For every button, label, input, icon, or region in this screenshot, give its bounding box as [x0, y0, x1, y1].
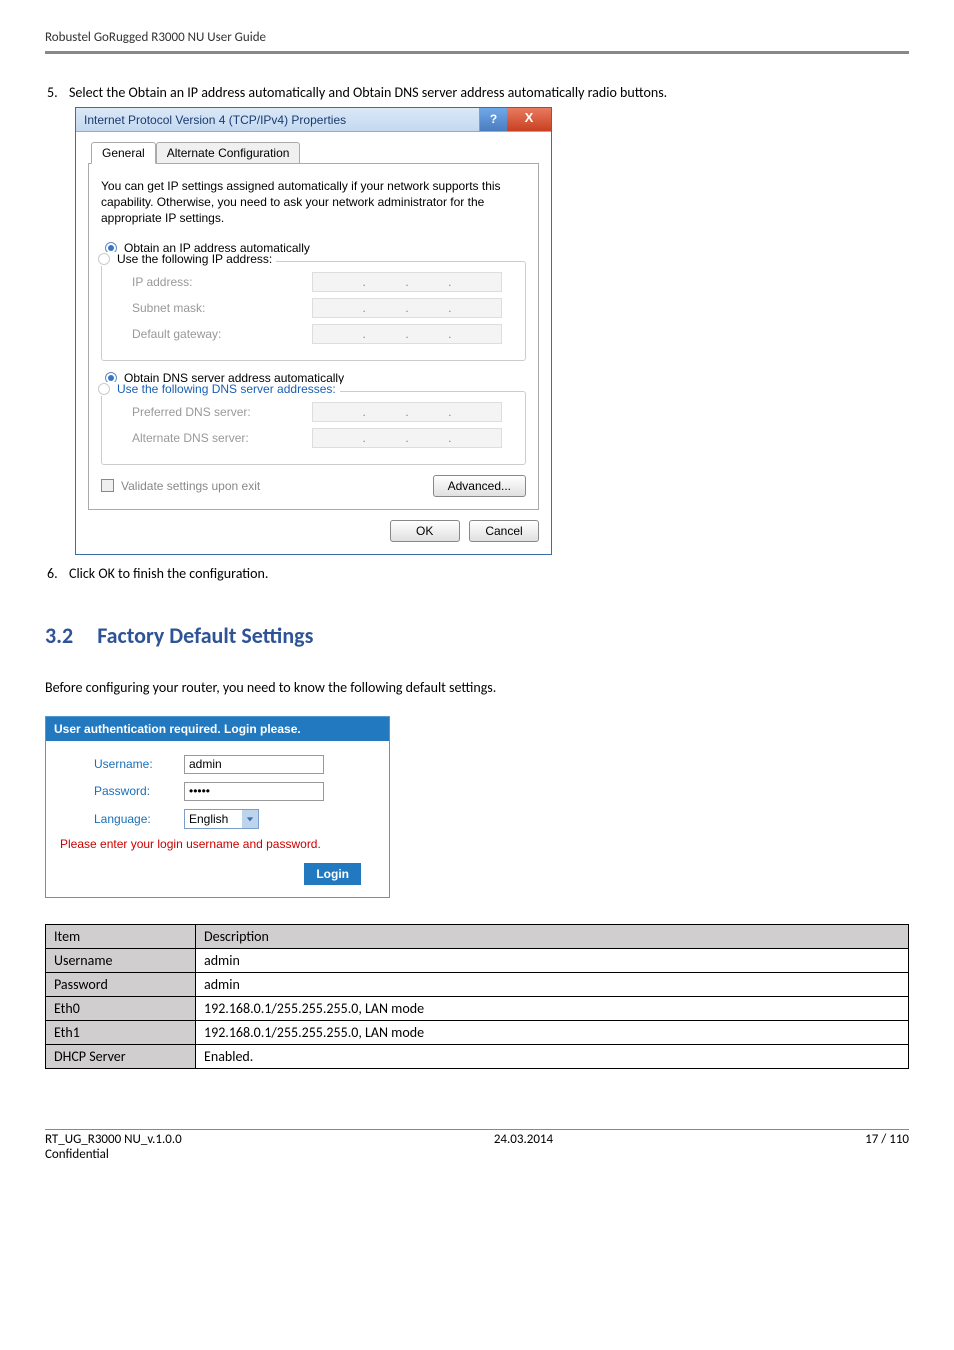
advanced-button[interactable]: Advanced...: [433, 475, 526, 497]
section-title: Factory Default Settings: [97, 622, 313, 649]
table-row: Password admin: [46, 972, 909, 996]
footer-row-2: Confidential: [45, 1147, 909, 1162]
dialog-footer: OK Cancel: [88, 510, 539, 542]
username-row: Username: admin: [94, 755, 375, 774]
language-value: English: [189, 812, 228, 826]
radio-use-ip-row[interactable]: Use the following IP address:: [94, 252, 276, 266]
window-buttons: ? X: [479, 108, 551, 131]
cell-desc: admin: [196, 972, 909, 996]
tab-general[interactable]: General: [91, 142, 156, 164]
ip-group: Use the following IP address: IP address…: [101, 261, 526, 361]
cell-item: Password: [46, 972, 196, 996]
login-message: Please enter your login username and pas…: [60, 837, 375, 851]
language-label: Language:: [94, 812, 184, 826]
validate-row: Validate settings upon exit Advanced...: [101, 475, 526, 497]
dialog-body: GeneralAlternate Configuration You can g…: [76, 132, 551, 554]
login-box: User authentication required. Login plea…: [45, 716, 390, 898]
radio-use-dns-row[interactable]: Use the following DNS server addresses:: [94, 382, 340, 396]
section-num: 3.2: [45, 622, 73, 649]
dialog-titlebar: Internet Protocol Version 4 (TCP/IPv4) P…: [76, 108, 551, 132]
footer-right: 17 / 110: [865, 1132, 909, 1147]
pref-dns-input: ...: [312, 402, 502, 422]
gateway-label: Default gateway:: [132, 327, 312, 341]
footer-row-1: RT_UG_R3000 NU_v.1.0.0 24.03.2014 17 / 1…: [45, 1132, 909, 1147]
radio-use-dns-label: Use the following DNS server addresses:: [117, 382, 336, 396]
login-button[interactable]: Login: [304, 863, 361, 885]
table-row: Username admin: [46, 948, 909, 972]
login-button-row: Login: [94, 863, 375, 885]
intro-para: Before configuring your router, you need…: [45, 679, 909, 696]
pref-dns-label: Preferred DNS server:: [132, 405, 312, 419]
step-5-text: Select the Obtain an IP address automati…: [69, 84, 667, 101]
gateway-row: Default gateway: ...: [132, 324, 515, 344]
dialog-title: Internet Protocol Version 4 (TCP/IPv4) P…: [84, 113, 346, 127]
ipv4-properties-dialog: Internet Protocol Version 4 (TCP/IPv4) P…: [75, 107, 552, 555]
cell-desc: Enabled.: [196, 1044, 909, 1068]
table-row: Eth1 192.168.0.1/255.255.255.0, LAN mode: [46, 1020, 909, 1044]
language-row: Language: English: [94, 809, 375, 829]
chevron-down-icon: [242, 810, 258, 828]
dialog-tabs: GeneralAlternate Configuration: [88, 142, 539, 164]
tab-content: You can get IP settings assigned automat…: [88, 164, 539, 510]
help-button[interactable]: ?: [479, 108, 507, 131]
subnet-mask-row: Subnet mask: ...: [132, 298, 515, 318]
password-input[interactable]: •••••: [184, 782, 324, 801]
close-button[interactable]: X: [507, 108, 551, 131]
gateway-input: ...: [312, 324, 502, 344]
tab-alternate[interactable]: Alternate Configuration: [156, 142, 301, 164]
radio-icon: [98, 383, 110, 395]
defaults-table: Item Description Username admin Password…: [45, 924, 909, 1069]
section-3-2-heading: 3.2 Factory Default Settings: [45, 622, 909, 649]
alt-dns-label: Alternate DNS server:: [132, 431, 312, 445]
radio-icon: [98, 253, 110, 265]
username-input[interactable]: admin: [184, 755, 324, 774]
footer-left: RT_UG_R3000 NU_v.1.0.0: [45, 1132, 182, 1147]
table-row: DHCP Server Enabled.: [46, 1044, 909, 1068]
ip-address-input: ...: [312, 272, 502, 292]
cell-item: Eth0: [46, 996, 196, 1020]
footer-rule: [45, 1129, 909, 1130]
login-body: Username: admin Password: ••••• Language…: [46, 741, 389, 897]
dns-group: Use the following DNS server addresses: …: [101, 391, 526, 465]
step-5-num: 5.: [47, 84, 69, 101]
validate-checkbox[interactable]: [101, 479, 114, 492]
ip-address-label: IP address:: [132, 275, 312, 289]
th-desc: Description: [196, 924, 909, 948]
password-label: Password:: [94, 784, 184, 798]
validate-label: Validate settings upon exit: [121, 479, 260, 493]
step-6: 6.Click OK to finish the configuration.: [47, 565, 909, 582]
step-6-num: 6.: [47, 565, 69, 582]
ok-button[interactable]: OK: [390, 520, 460, 542]
subnet-mask-label: Subnet mask:: [132, 301, 312, 315]
dialog-description: You can get IP settings assigned automat…: [101, 178, 526, 227]
pref-dns-row: Preferred DNS server: ...: [132, 402, 515, 422]
footer-center: 24.03.2014: [494, 1132, 553, 1147]
radio-use-ip-label: Use the following IP address:: [117, 252, 272, 266]
subnet-mask-input: ...: [312, 298, 502, 318]
table-header-row: Item Description: [46, 924, 909, 948]
login-title: User authentication required. Login plea…: [46, 717, 389, 741]
cell-desc: 192.168.0.1/255.255.255.0, LAN mode: [196, 1020, 909, 1044]
doc-header: Robustel GoRugged R3000 NU User Guide: [45, 30, 909, 49]
th-item: Item: [46, 924, 196, 948]
step-6-text: Click OK to finish the configuration.: [69, 565, 268, 582]
cell-item: Eth1: [46, 1020, 196, 1044]
username-label: Username:: [94, 757, 184, 771]
cell-desc: admin: [196, 948, 909, 972]
alt-dns-input: ...: [312, 428, 502, 448]
header-rule: [45, 51, 909, 54]
ip-address-row: IP address: ...: [132, 272, 515, 292]
page-footer: RT_UG_R3000 NU_v.1.0.0 24.03.2014 17 / 1…: [45, 1129, 909, 1162]
cell-item: DHCP Server: [46, 1044, 196, 1068]
step-5: 5.Select the Obtain an IP address automa…: [47, 84, 909, 101]
language-select[interactable]: English: [184, 809, 259, 829]
table-row: Eth0 192.168.0.1/255.255.255.0, LAN mode: [46, 996, 909, 1020]
cell-item: Username: [46, 948, 196, 972]
password-row: Password: •••••: [94, 782, 375, 801]
cancel-button[interactable]: Cancel: [469, 520, 539, 542]
cell-desc: 192.168.0.1/255.255.255.0, LAN mode: [196, 996, 909, 1020]
alt-dns-row: Alternate DNS server: ...: [132, 428, 515, 448]
